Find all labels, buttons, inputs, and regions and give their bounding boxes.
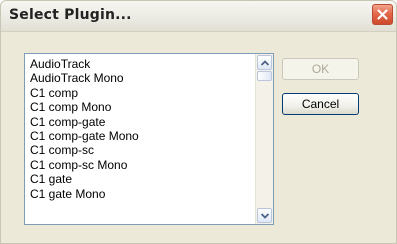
plugin-item-c1-comp[interactable]: C1 comp [30, 86, 253, 100]
cancel-button[interactable]: Cancel [282, 93, 359, 115]
plugin-item-c1-comp-sc[interactable]: C1 comp-sc [30, 143, 253, 157]
plugin-item-c1-gate-mono[interactable]: C1 gate Mono [30, 187, 253, 201]
scroll-up-button[interactable] [257, 55, 272, 70]
arrow-down-icon [261, 213, 269, 219]
plugin-item-c1-comp-gate[interactable]: C1 comp-gate [30, 115, 253, 129]
title-bar[interactable]: Select Plugin... [1, 1, 396, 32]
close-icon [377, 9, 388, 20]
plugin-item-c1-comp-sc-mono[interactable]: C1 comp-sc Mono [30, 158, 253, 172]
window-title: Select Plugin... [9, 7, 132, 23]
select-plugin-dialog: Select Plugin... AudioTrack AudioTrack M… [0, 0, 397, 244]
plugin-item-audiotrack[interactable]: AudioTrack [30, 57, 253, 71]
vertical-scrollbar[interactable] [255, 54, 273, 224]
plugin-item-c1-gate[interactable]: C1 gate [30, 172, 253, 186]
scroll-down-button[interactable] [257, 208, 272, 223]
scroll-thumb[interactable] [257, 71, 272, 81]
plugin-item-c1-comp-gate-mono[interactable]: C1 comp-gate Mono [30, 129, 253, 143]
ok-button[interactable]: OK [282, 58, 359, 80]
plugin-list: AudioTrack AudioTrack Mono C1 comp C1 co… [30, 57, 253, 224]
plugin-item-c1-comp-mono[interactable]: C1 comp Mono [30, 100, 253, 114]
plugin-listbox[interactable]: AudioTrack AudioTrack Mono C1 comp C1 co… [24, 53, 274, 225]
arrow-up-icon [261, 60, 269, 66]
plugin-item-audiotrack-mono[interactable]: AudioTrack Mono [30, 71, 253, 85]
close-button[interactable] [372, 4, 393, 25]
